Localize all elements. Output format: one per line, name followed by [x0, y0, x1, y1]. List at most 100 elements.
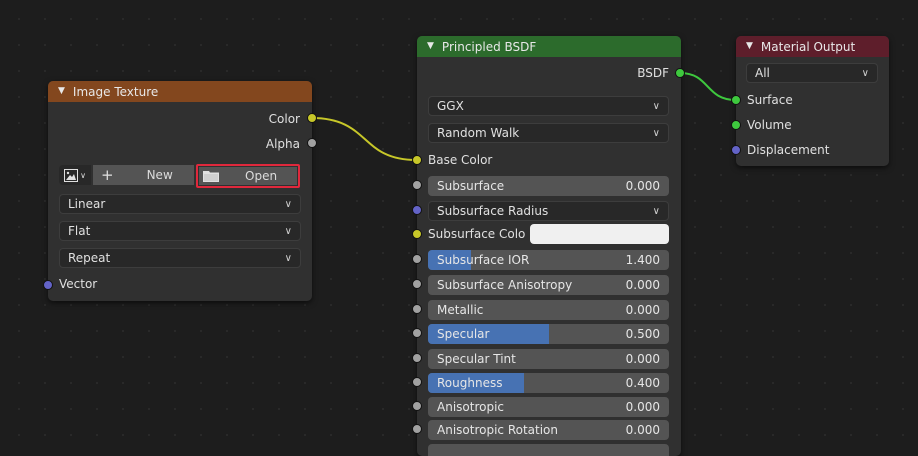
- interpolation-value: Linear: [68, 197, 106, 211]
- anisotropic-rotation-input-socket[interactable]: [412, 424, 422, 434]
- anisotropic-input-socket[interactable]: [412, 401, 422, 411]
- bsdf-output-socket[interactable]: [675, 68, 685, 78]
- subsurface-radius-label: Subsurface Radius: [437, 204, 549, 218]
- anisotropic-field[interactable]: Anisotropic 0.000: [428, 397, 669, 417]
- material-output-header[interactable]: ▼ Material Output: [736, 36, 889, 57]
- field-label: Subsurface IOR: [437, 253, 530, 267]
- field-value: 1.400: [625, 253, 660, 267]
- subsurface-ior-field[interactable]: Subsurface IOR 1.400: [428, 250, 669, 270]
- collapse-chevron-icon[interactable]: ▼: [58, 86, 65, 96]
- interpolation-dropdown[interactable]: Linear ∨: [59, 194, 301, 214]
- distribution-value: GGX: [437, 99, 464, 113]
- material-output-node[interactable]: ▼ Material Output All ∨ Surface Volume D…: [736, 36, 889, 166]
- displacement-input-socket[interactable]: [731, 145, 741, 155]
- principled-bsdf-node[interactable]: ▼ Principled BSDF BSDF GGX ∨ Random Walk…: [417, 36, 681, 456]
- chevron-down-icon: ∨: [652, 205, 660, 217]
- subsurface-color-label: Subsurface Colo: [428, 227, 526, 241]
- field-value: 0.000: [625, 303, 660, 317]
- image-texture-header[interactable]: ▼ Image Texture: [48, 81, 312, 102]
- chevron-down-icon: ∨: [284, 198, 292, 210]
- specular-tint-field[interactable]: Specular Tint 0.000: [428, 349, 669, 369]
- subsurface-radius-dropdown[interactable]: Subsurface Radius ∨: [428, 201, 669, 221]
- projection-value: Flat: [68, 224, 91, 238]
- base-color-label: Base Color: [428, 153, 493, 167]
- subsurface-anisotropy-field[interactable]: Subsurface Anisotropy 0.000: [428, 275, 669, 295]
- anisotropic-rotation-field[interactable]: Anisotropic Rotation 0.000: [428, 420, 669, 440]
- target-value: All: [755, 66, 770, 80]
- next-field-partial[interactable]: [428, 444, 669, 456]
- field-label: Anisotropic: [437, 400, 505, 414]
- field-value: 0.000: [625, 423, 660, 437]
- field-value: 0.000: [625, 352, 660, 366]
- field-label: Specular: [437, 327, 490, 341]
- subsurface-input-socket[interactable]: [412, 180, 422, 190]
- link-color-to-base-color: [311, 117, 417, 161]
- vector-input-socket[interactable]: [43, 280, 53, 290]
- image-icon: [64, 168, 79, 182]
- roughness-field[interactable]: Roughness 0.400: [428, 373, 669, 393]
- node-title: Principled BSDF: [441, 39, 537, 54]
- volume-label: Volume: [747, 118, 792, 132]
- extension-value: Repeat: [68, 251, 111, 265]
- specular-tint-input-socket[interactable]: [412, 353, 422, 363]
- distribution-dropdown[interactable]: GGX ∨: [428, 96, 669, 116]
- chevron-down-icon: ∨: [652, 100, 660, 112]
- chevron-down-icon: ∨: [284, 225, 292, 237]
- surface-label: Surface: [747, 93, 793, 107]
- color-output-socket[interactable]: [307, 113, 317, 123]
- field-value: 0.000: [625, 179, 660, 193]
- collapse-chevron-icon[interactable]: ▼: [427, 41, 434, 51]
- roughness-input-socket[interactable]: [412, 377, 422, 387]
- field-value: 0.500: [625, 327, 660, 341]
- principled-bsdf-header[interactable]: ▼ Principled BSDF: [417, 36, 681, 57]
- projection-dropdown[interactable]: Flat ∨: [59, 221, 301, 241]
- volume-input-socket[interactable]: [731, 120, 741, 130]
- image-browse-button[interactable]: ∨: [59, 165, 91, 185]
- plus-icon: +: [101, 166, 114, 184]
- subsurface-ior-input-socket[interactable]: [412, 254, 422, 264]
- image-texture-node[interactable]: ▼ Image Texture Color Alpha ∨ + New Open…: [48, 81, 312, 301]
- subsurface-radius-input-socket[interactable]: [412, 205, 422, 215]
- field-label: Specular Tint: [437, 352, 516, 366]
- chevron-down-icon: ∨: [652, 127, 660, 139]
- extension-dropdown[interactable]: Repeat ∨: [59, 248, 301, 268]
- subsurface-method-value: Random Walk: [437, 126, 520, 140]
- specular-field[interactable]: Specular 0.500: [428, 324, 669, 344]
- folder-icon: [203, 171, 219, 182]
- link-bsdf-to-surface: [679, 72, 737, 101]
- specular-input-socket[interactable]: [412, 328, 422, 338]
- input-vector-label: Vector: [59, 277, 98, 291]
- output-alpha-label: Alpha: [265, 136, 300, 151]
- output-bsdf-label: BSDF: [637, 66, 669, 80]
- node-title: Material Output: [760, 39, 856, 54]
- base-color-input-socket[interactable]: [412, 155, 422, 165]
- field-label: Roughness: [437, 376, 503, 390]
- chevron-down-icon: ∨: [284, 252, 292, 264]
- displacement-label: Displacement: [747, 143, 830, 157]
- metallic-input-socket[interactable]: [412, 304, 422, 314]
- subsurface-color-input-socket[interactable]: [412, 229, 422, 239]
- new-label: New: [146, 168, 173, 182]
- field-label: Subsurface: [437, 179, 505, 193]
- field-label: Subsurface Anisotropy: [437, 278, 573, 292]
- chevron-down-icon: ∨: [861, 67, 869, 79]
- output-color-label: Color: [268, 111, 300, 126]
- chevron-down-icon: ∨: [80, 170, 86, 180]
- new-image-button[interactable]: + New: [93, 165, 194, 185]
- subsurface-color-swatch[interactable]: [530, 224, 669, 244]
- target-dropdown[interactable]: All ∨: [746, 63, 878, 83]
- metallic-field[interactable]: Metallic 0.000: [428, 300, 669, 320]
- field-label: Anisotropic Rotation: [437, 423, 559, 437]
- alpha-output-socket[interactable]: [307, 138, 317, 148]
- field-value: 0.400: [625, 376, 660, 390]
- open-label: Open: [245, 169, 278, 183]
- field-value: 0.000: [625, 278, 660, 292]
- subsurface-method-dropdown[interactable]: Random Walk ∨: [428, 123, 669, 143]
- subsurface-field[interactable]: Subsurface 0.000: [428, 176, 669, 196]
- subsurface-anisotropy-input-socket[interactable]: [412, 279, 422, 289]
- collapse-chevron-icon[interactable]: ▼: [746, 41, 753, 51]
- open-image-button[interactable]: Open: [196, 164, 300, 188]
- field-label: Metallic: [437, 303, 484, 317]
- node-title: Image Texture: [72, 84, 159, 99]
- surface-input-socket[interactable]: [731, 95, 741, 105]
